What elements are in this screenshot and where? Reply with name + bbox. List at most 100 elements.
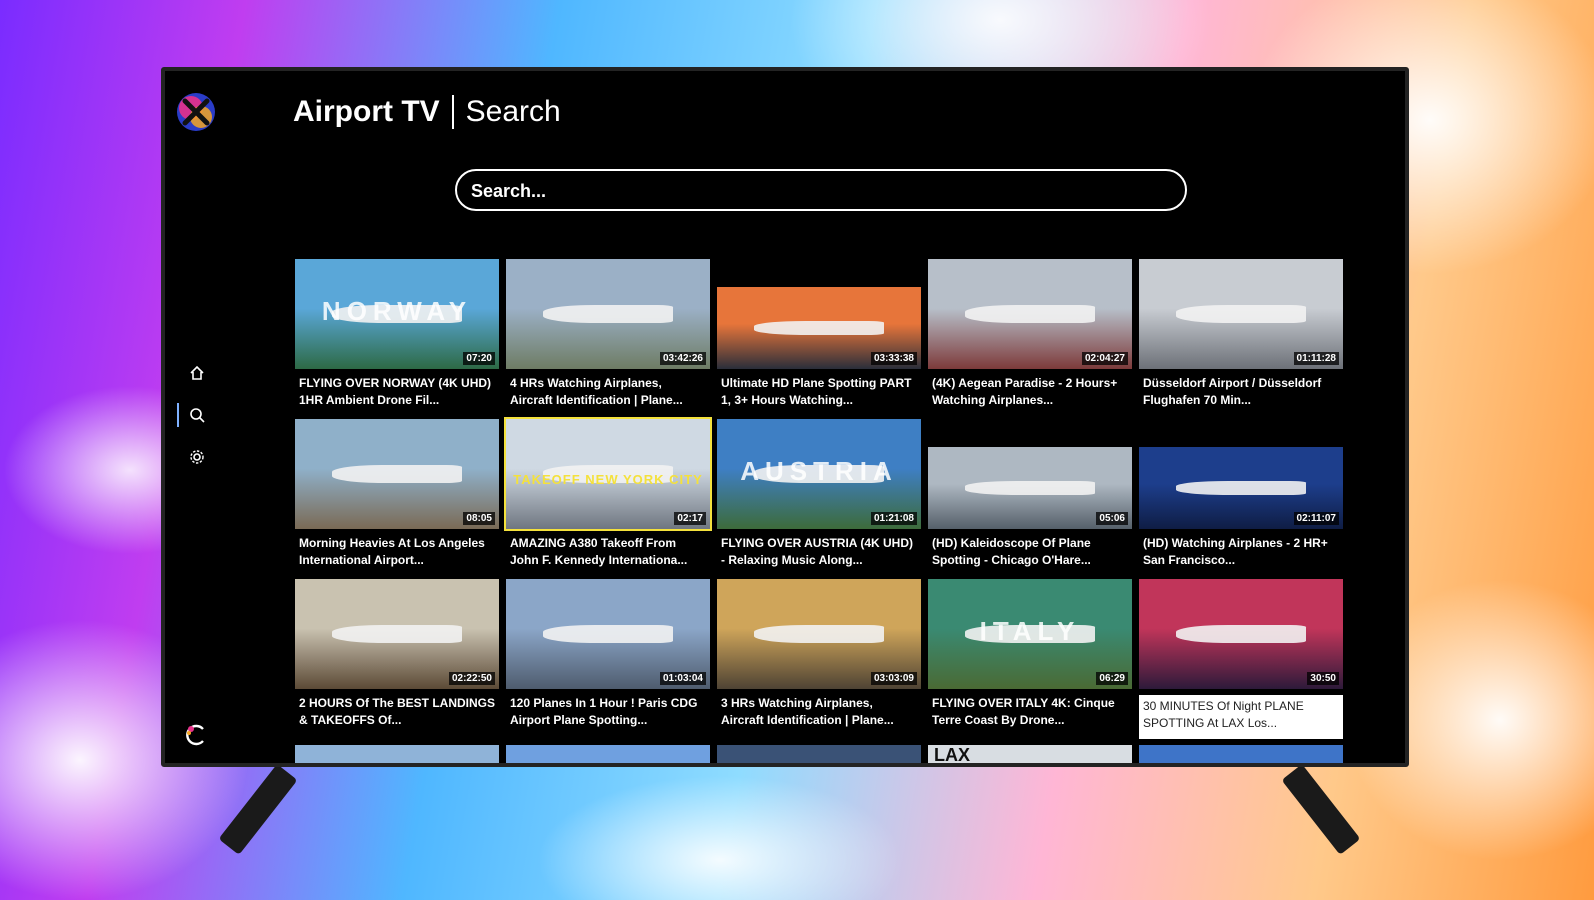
video-thumbnail: AUSTRIA 01:21:08 — [717, 419, 921, 529]
video-thumbnail-partial[interactable] — [506, 745, 710, 763]
video-title: AMAZING A380 Takeoff From John F. Kenned… — [510, 536, 688, 567]
thumbnail-overlay-text: TAKEOFF NEW YORK CITY — [513, 471, 703, 487]
video-title: FLYING OVER ITALY 4K: Cinque Terre Coast… — [932, 696, 1115, 727]
side-nav — [177, 359, 211, 485]
video-thumbnail: 03:03:09 — [717, 579, 921, 689]
duration-badge: 01:03:04 — [659, 672, 706, 685]
title-divider — [451, 95, 454, 129]
search-input[interactable] — [457, 171, 1153, 211]
duration-badge: 02:04:27 — [1081, 352, 1128, 365]
search-icon — [190, 408, 205, 423]
video-title: (HD) Kaleidoscope Of Plane Spotting - Ch… — [932, 536, 1091, 567]
duration-badge: 03:03:09 — [870, 672, 917, 685]
duration-badge: 30:50 — [1307, 672, 1339, 685]
airplane-image — [1175, 305, 1307, 323]
duration-badge: 02:11:07 — [1293, 512, 1339, 525]
duration-badge: 05:06 — [1096, 512, 1128, 525]
duration-badge: 08:05 — [463, 512, 495, 525]
video-card[interactable]: NORWAY 07:20 FLYING OVER NORWAY (4K UHD) 1… — [295, 259, 499, 419]
video-title: 2 HOURS Of The BEST LANDINGS & TAKEOFFS … — [299, 696, 495, 727]
video-card[interactable]: AUSTRIA 01:21:08 FLYING OVER AUSTRIA (4K U… — [717, 419, 921, 579]
video-row: NORWAY 07:20 FLYING OVER NORWAY (4K UHD) 1… — [295, 259, 1347, 419]
video-card[interactable]: 03:33:38 Ultimate HD Plane Spotting PART … — [717, 259, 921, 419]
video-card[interactable]: 02:04:27 (4K) Aegean Paradise - 2 Hours+ … — [928, 259, 1132, 419]
video-title: 30 MINUTES Of Night PLANE SPOTTING At LA… — [1139, 695, 1343, 739]
video-thumbnail: 02:04:27 — [928, 259, 1132, 369]
video-title: (HD) Watching Airplanes - 2 HR+ San Fran… — [1143, 536, 1328, 567]
video-thumbnail: 02:22:50 — [295, 579, 499, 689]
video-thumbnail: 01:11:28 — [1139, 259, 1343, 369]
next-row-preview: LAX — [295, 745, 1347, 763]
video-card[interactable]: TAKEOFF NEW YORK CITY 02:17 AMAZING A380 T… — [504, 417, 712, 579]
search-bar[interactable] — [455, 169, 1187, 211]
video-card[interactable]: 02:11:07 (HD) Watching Airplanes - 2 HR+ … — [1139, 419, 1343, 579]
video-card[interactable]: ITALY 06:29 FLYING OVER ITALY 4K: Cinque T… — [928, 579, 1132, 739]
airplane-image — [331, 625, 463, 643]
airplane-image — [964, 481, 1096, 495]
video-card[interactable]: 01:03:04 120 Planes In 1 Hour ! Paris CDG… — [506, 579, 710, 739]
thumbnail-overlay-text: AUSTRIA — [740, 456, 898, 487]
nav-item-search[interactable] — [177, 401, 211, 429]
airplane-image — [753, 625, 885, 643]
video-title: (4K) Aegean Paradise - 2 Hours+ Watching… — [932, 376, 1118, 407]
video-row: 02:22:50 2 HOURS Of The BEST LANDINGS & T… — [295, 579, 1347, 739]
video-thumbnail: 01:03:04 — [506, 579, 710, 689]
duration-badge: 03:42:26 — [659, 352, 706, 365]
app-logo-icon — [177, 93, 215, 131]
airplane-image — [331, 465, 463, 483]
video-thumbnail: NORWAY 07:20 — [295, 259, 499, 369]
duration-badge: 06:29 — [1096, 672, 1128, 685]
app-title: Airport TV — [293, 95, 440, 128]
video-card[interactable]: 05:06 (HD) Kaleidoscope Of Plane Spotting… — [928, 419, 1132, 579]
airplane-image — [964, 305, 1096, 323]
nav-item-settings[interactable] — [183, 443, 211, 471]
duration-badge: 07:20 — [463, 352, 495, 365]
airplane-image — [542, 305, 674, 323]
video-thumbnail: 08:05 — [295, 419, 499, 529]
video-thumbnail: 05:06 — [928, 447, 1132, 529]
video-thumbnail: ITALY 06:29 — [928, 579, 1132, 689]
video-card[interactable]: 02:22:50 2 HOURS Of The BEST LANDINGS & T… — [295, 579, 499, 739]
duration-badge: 02:22:50 — [448, 672, 495, 685]
video-card[interactable]: 03:42:26 4 HRs Watching Airplanes, Aircra… — [506, 259, 710, 419]
video-title: Düsseldorf Airport / Düsseldorf Flughafe… — [1143, 376, 1322, 407]
video-thumbnail: 02:11:07 — [1139, 447, 1343, 529]
video-card[interactable]: 08:05 Morning Heavies At Los Angeles Inte… — [295, 419, 499, 579]
thumbnail-overlay-text: ITALY — [979, 616, 1081, 647]
video-row: 08:05 Morning Heavies At Los Angeles Inte… — [295, 417, 1347, 579]
page-header: Airport TV Search — [293, 95, 561, 129]
airplane-image — [1175, 625, 1307, 643]
duration-badge: 01:21:08 — [870, 512, 917, 525]
video-thumbnail-partial[interactable] — [717, 745, 921, 763]
nav-item-home[interactable] — [183, 359, 211, 387]
thumbnail-overlay-text: NORWAY — [321, 296, 473, 327]
duration-badge: 02:17 — [674, 512, 706, 525]
brand-corner-icon — [186, 724, 204, 746]
tv-stand-leg-left — [218, 764, 298, 855]
video-thumbnail-partial[interactable] — [295, 745, 499, 763]
video-thumbnail: 03:42:26 — [506, 259, 710, 369]
video-thumbnail: TAKEOFF NEW YORK CITY 02:17 — [504, 417, 712, 531]
video-title: Ultimate HD Plane Spotting PART 1, 3+ Ho… — [721, 376, 912, 407]
video-thumbnail: 03:33:38 — [717, 287, 921, 369]
video-card[interactable]: 03:03:09 3 HRs Watching Airplanes, Aircra… — [717, 579, 921, 739]
page-title: Search — [465, 95, 561, 128]
video-card[interactable]: 30:50 30 MINUTES Of Night PLANE SPOTTING … — [1139, 579, 1343, 739]
video-card[interactable]: 01:11:28 Düsseldorf Airport / Düsseldorf … — [1139, 259, 1343, 419]
video-thumbnail-partial[interactable] — [1139, 745, 1343, 763]
video-thumbnail-partial[interactable]: LAX — [928, 745, 1132, 763]
duration-badge: 03:33:38 — [870, 352, 917, 365]
duration-badge: 01:11:28 — [1293, 352, 1339, 365]
gear-icon — [190, 450, 204, 464]
video-title: 3 HRs Watching Airplanes, Aircraft Ident… — [721, 696, 894, 727]
tv-stand-leg-right — [1281, 764, 1361, 855]
video-title: FLYING OVER NORWAY (4K UHD) 1HR Ambient … — [299, 376, 492, 407]
video-title: 120 Planes In 1 Hour ! Paris CDG Airport… — [510, 696, 698, 727]
airplane-image — [542, 625, 674, 643]
home-icon — [190, 365, 204, 380]
airplane-image — [753, 321, 885, 335]
tv-screen: Airport TV Search NORWAY 07:20 FLYING OVER… — [161, 67, 1409, 767]
video-title: FLYING OVER AUSTRIA (4K UHD) - Relaxing … — [721, 536, 914, 567]
video-grid: NORWAY 07:20 FLYING OVER NORWAY (4K UHD) 1… — [295, 259, 1347, 763]
video-title: 4 HRs Watching Airplanes, Aircraft Ident… — [510, 376, 683, 407]
